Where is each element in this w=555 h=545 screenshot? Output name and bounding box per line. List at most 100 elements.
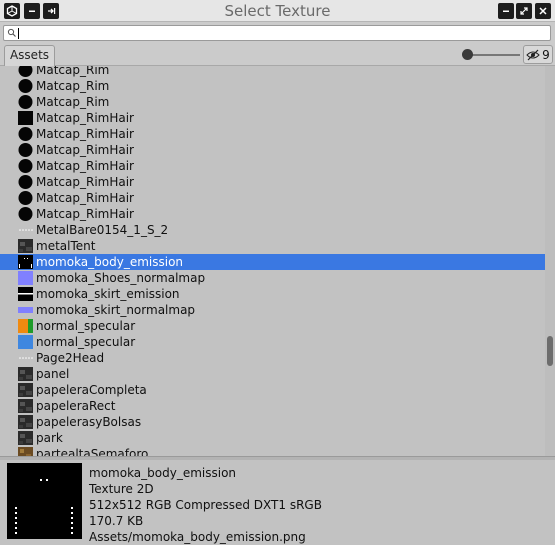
texture-thumbnail-icon <box>18 351 33 365</box>
list-item[interactable]: normal_specular <box>0 334 545 350</box>
list-item-label: momoka_skirt_emission <box>36 287 180 301</box>
window-title: Select Texture <box>224 2 331 20</box>
texture-thumbnail-icon <box>18 431 33 445</box>
list-item[interactable]: papelerasyBolsas <box>0 414 545 430</box>
texture-thumbnail-icon <box>18 111 33 125</box>
texture-thumbnail-icon <box>18 255 33 269</box>
scrollbar-thumb[interactable] <box>547 336 553 366</box>
list-item-label: MetalBare0154_1_S_2 <box>36 223 169 237</box>
list-item-label: Matcap_RimHair <box>36 143 134 157</box>
texture-thumbnail-icon <box>18 383 33 397</box>
texture-thumbnail-icon <box>18 79 33 93</box>
list-item[interactable]: momoka_Shoes_normalmap <box>0 270 545 286</box>
texture-thumbnail-icon <box>18 447 33 456</box>
search-field[interactable] <box>3 25 551 41</box>
list-item[interactable]: partealtaSemaforo <box>0 446 545 456</box>
list-item[interactable]: Matcap_Rim <box>0 94 545 110</box>
list-item[interactable]: Matcap_Rim <box>0 66 545 78</box>
texture-thumbnail-icon <box>18 335 33 349</box>
list-item[interactable]: MetalBare0154_1_S_2 <box>0 222 545 238</box>
close-icon[interactable] <box>535 3 551 19</box>
list-item-label: normal_specular <box>36 335 136 349</box>
asset-list[interactable]: Matcap_Rim Matcap_Rim Matcap_Rim Matcap_Rim… <box>0 66 545 456</box>
list-item-label: Matcap_Rim <box>36 79 110 93</box>
tab-assets[interactable]: Assets <box>4 45 55 66</box>
list-item[interactable]: park <box>0 430 545 446</box>
texture-thumbnail-icon <box>18 127 33 141</box>
list-item[interactable]: metalTent <box>0 238 545 254</box>
menu-icon[interactable] <box>498 3 514 19</box>
list-item[interactable]: Matcap_RimHair <box>0 126 545 142</box>
eye-slash-icon <box>526 49 540 60</box>
texture-thumbnail-icon <box>18 399 33 413</box>
restore-icon[interactable] <box>516 3 532 19</box>
list-item-label: papelerasyBolsas <box>36 415 142 429</box>
list-item-label: Matcap_Rim <box>36 95 110 109</box>
list-item-label: Matcap_Rim <box>36 66 110 77</box>
texture-thumbnail-icon <box>18 271 33 285</box>
texture-thumbnail-icon <box>18 223 33 237</box>
list-item[interactable]: papeleraRect <box>0 398 545 414</box>
list-item-label: momoka_skirt_normalmap <box>36 303 196 317</box>
list-item-label: normal_specular <box>36 319 136 333</box>
list-item[interactable]: momoka_skirt_emission <box>0 286 545 302</box>
list-item-label: Matcap_RimHair <box>36 207 134 221</box>
search-input[interactable] <box>20 26 540 40</box>
tab-bar: Assets 9 <box>0 43 555 66</box>
list-item[interactable]: papeleraCompleta <box>0 382 545 398</box>
list-item[interactable]: panel <box>0 366 545 382</box>
list-item-label: Matcap_RimHair <box>36 159 134 173</box>
asset-size: 170.7 KB <box>89 514 144 528</box>
list-item[interactable]: Matcap_RimHair <box>0 190 545 206</box>
texture-thumbnail-icon <box>18 159 33 173</box>
preview-panel: momoka_body_emission Texture 2D 512x512 … <box>0 460 555 545</box>
search-bar <box>0 22 555 43</box>
asset-info: momoka_body_emission Texture 2D 512x512 … <box>89 465 322 545</box>
title-bar: Select Texture <box>0 0 555 22</box>
list-item-label: partealtaSemaforo <box>36 447 149 456</box>
list-item[interactable]: Matcap_RimHair <box>0 206 545 222</box>
texture-thumbnail-icon <box>18 319 33 333</box>
list-item[interactable]: Page2Head <box>0 350 545 366</box>
texture-thumbnail-icon <box>18 143 33 157</box>
texture-thumbnail-icon <box>18 367 33 381</box>
hidden-packages-button[interactable]: 9 <box>523 45 553 64</box>
list-item[interactable]: momoka_skirt_normalmap <box>0 302 545 318</box>
texture-thumbnail-icon <box>18 66 33 77</box>
list-item[interactable]: Matcap_Rim <box>0 78 545 94</box>
texture-thumbnail-icon <box>18 239 33 253</box>
search-icon <box>7 28 16 37</box>
list-item-label: park <box>36 431 63 445</box>
text-caret <box>18 28 19 39</box>
list-item-label: Matcap_RimHair <box>36 111 134 125</box>
list-item-label: Matcap_RimHair <box>36 191 134 205</box>
texture-thumbnail-icon <box>18 95 33 109</box>
texture-thumbnail-icon <box>18 303 33 317</box>
texture-thumbnail-icon <box>18 191 33 205</box>
list-item-label: panel <box>36 367 70 381</box>
list-item[interactable]: Matcap_RimHair <box>0 142 545 158</box>
texture-thumbnail-icon <box>18 207 33 221</box>
preview-thumbnail <box>7 463 82 539</box>
list-item-label: Matcap_RimHair <box>36 175 134 189</box>
list-item-label: metalTent <box>36 239 96 253</box>
list-item[interactable]: Matcap_RimHair <box>0 174 545 190</box>
list-item[interactable]: Matcap_RimHair <box>0 110 545 126</box>
hidden-count: 9 <box>542 47 550 62</box>
asset-format: 512x512 RGB Compressed DXT1 sRGB <box>89 498 322 512</box>
texture-thumbnail-icon <box>18 287 33 301</box>
slider-knob[interactable] <box>462 49 473 60</box>
thumbnail-size-slider[interactable] <box>466 54 520 56</box>
list-item[interactable]: Matcap_RimHair <box>0 158 545 174</box>
list-item-label: papeleraRect <box>36 399 116 413</box>
texture-thumbnail-icon <box>18 415 33 429</box>
list-item-label: papeleraCompleta <box>36 383 147 397</box>
scrollbar[interactable] <box>545 66 555 456</box>
list-item[interactable]: momoka_body_emission <box>0 254 545 270</box>
asset-name: momoka_body_emission <box>89 466 237 480</box>
list-item-label: momoka_Shoes_normalmap <box>36 271 206 285</box>
list-item[interactable]: normal_specular <box>0 318 545 334</box>
asset-path: Assets/momoka_body_emission.png <box>89 530 306 544</box>
texture-thumbnail-icon <box>18 175 33 189</box>
list-item-label: Matcap_RimHair <box>36 127 134 141</box>
